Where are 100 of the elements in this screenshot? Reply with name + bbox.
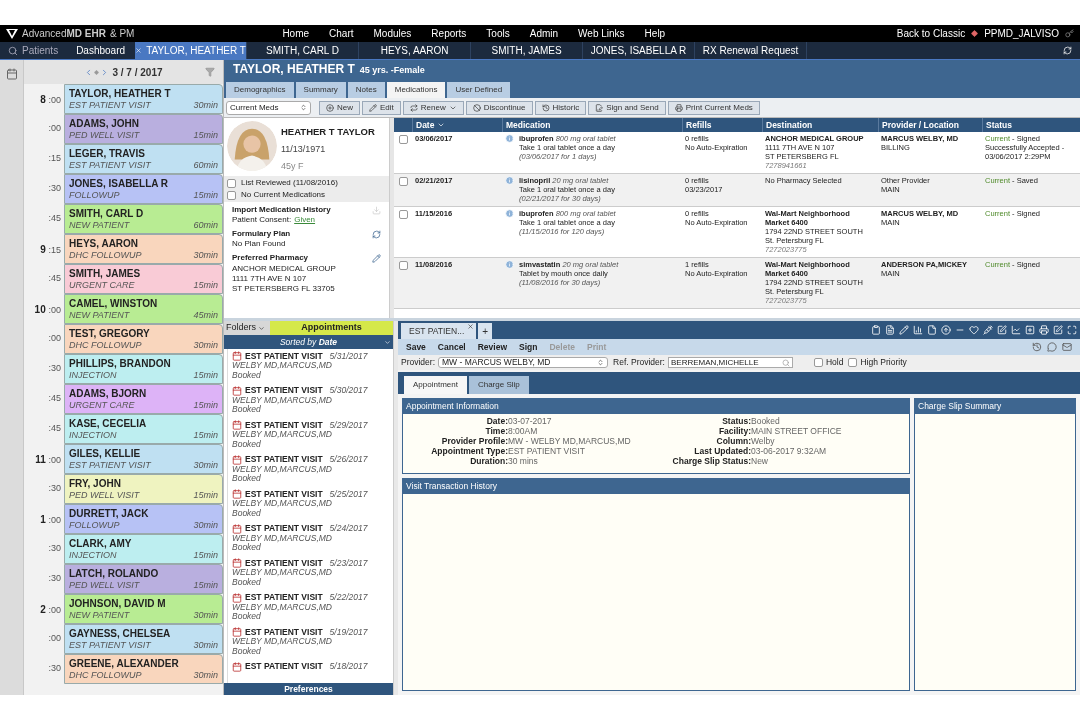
search-icon[interactable] xyxy=(782,358,790,367)
chart-tab[interactable]: Demographics xyxy=(226,82,294,98)
upload-icon[interactable] xyxy=(941,325,951,335)
heart-icon[interactable] xyxy=(969,325,979,335)
action-button[interactable]: Save xyxy=(406,340,426,354)
close-icon[interactable] xyxy=(135,47,143,54)
chart-tab[interactable]: Medications xyxy=(386,82,446,98)
appointment-block[interactable]: SMITH, CARL D NEW PATIENT 60min xyxy=(64,204,223,234)
appointment-title[interactable]: EST PATIENT VISIT xyxy=(245,351,323,361)
appointments-tab[interactable]: Appointments xyxy=(270,321,393,335)
close-icon[interactable] xyxy=(467,323,475,330)
patient-tab[interactable]: SMITH, JAMES xyxy=(471,42,584,59)
ref-provider-field[interactable]: BERREMAN,MICHELLE xyxy=(668,357,793,368)
menu-item[interactable]: Help xyxy=(644,26,666,41)
chart-tab[interactable]: Notes xyxy=(347,82,385,98)
action-button[interactable]: Sign xyxy=(519,340,538,354)
checkbox[interactable] xyxy=(848,358,858,367)
preferences-bar[interactable]: Preferences xyxy=(224,683,393,695)
pencil-icon[interactable] xyxy=(899,325,909,335)
info-icon[interactable] xyxy=(505,134,514,143)
appointment-title[interactable]: EST PATIENT VISIT xyxy=(245,627,323,637)
menu-item[interactable]: Reports xyxy=(431,26,467,41)
appointment-block[interactable]: TEST, GREGORY DHC FOLLOWUP 30min xyxy=(64,324,223,354)
add-tab-button[interactable]: + xyxy=(478,323,493,339)
appointment-title[interactable]: EST PATIENT VISIT xyxy=(245,524,323,534)
appointment-title[interactable]: EST PATIENT VISIT xyxy=(245,558,323,568)
chart-tab[interactable]: Summary xyxy=(295,82,346,98)
info-icon[interactable] xyxy=(505,209,514,218)
appointment-block[interactable]: KASE, CECELIA INJECTION 15min xyxy=(64,414,223,444)
row-checkbox[interactable] xyxy=(398,135,408,144)
row-checkbox[interactable] xyxy=(398,210,408,219)
folders-button[interactable]: Folders xyxy=(224,321,270,335)
action-button[interactable]: Cancel xyxy=(437,340,466,354)
info-icon[interactable] xyxy=(505,176,514,185)
appointment-block[interactable]: SMITH, JAMES URGENT CARE 15min xyxy=(64,264,223,294)
today-icon[interactable] xyxy=(94,69,100,75)
toolbar-button[interactable]: Historic xyxy=(534,100,587,115)
patient-tab[interactable]: SMITH, CARL D xyxy=(247,42,360,59)
appointment-block[interactable]: GILES, KELLIE EST PATIENT VISIT 30min xyxy=(64,444,223,474)
appointment-block[interactable]: HEYS, AARON DHC FOLLOWUP 30min xyxy=(64,234,223,264)
syringe-icon[interactable] xyxy=(983,325,993,335)
toolbar-button[interactable]: Sign and Send xyxy=(588,100,666,115)
appointment-block[interactable]: CAMEL, WINSTON NEW PATIENT 45min xyxy=(64,294,223,324)
menu-item[interactable]: Tools xyxy=(486,26,510,41)
key-icon[interactable] xyxy=(1065,29,1074,38)
appointment-block[interactable]: ADAMS, JOHN PED WELL VISIT 15min xyxy=(64,114,223,144)
appointment-block[interactable]: ADAMS, BJORN URGENT CARE 15min xyxy=(64,384,223,414)
chart-tab[interactable]: User Defined xyxy=(447,82,511,98)
appointment-block[interactable]: FRY, JOHN PED WELL VISIT 15min xyxy=(64,474,223,504)
appointment-block[interactable]: DURRETT, JACK FOLLOWUP 30min xyxy=(64,504,223,534)
dashboard-tab[interactable]: Dashboard xyxy=(66,42,136,59)
checkbox[interactable] xyxy=(227,178,236,188)
back-to-classic-link[interactable]: Back to Classic xyxy=(896,26,966,41)
appointment-block[interactable]: TAYLOR, HEATHER T EST PATIENT VISIT 30min xyxy=(64,84,223,114)
toolbar-button[interactable]: New xyxy=(319,100,360,115)
line-chart-icon[interactable] xyxy=(1011,325,1021,335)
toolbar-button[interactable]: Renew xyxy=(402,100,464,115)
action-button[interactable]: Review xyxy=(477,340,508,354)
row-checkbox[interactable] xyxy=(398,177,408,186)
meds-filter-select[interactable]: Current Meds xyxy=(226,100,311,115)
refresh-icon[interactable] xyxy=(1063,46,1072,55)
visit-section-tab[interactable]: Appointment xyxy=(404,376,467,394)
patient-tab[interactable]: RX Renewal Request xyxy=(695,42,808,59)
filter-icon[interactable] xyxy=(205,67,215,77)
plus-icon[interactable] xyxy=(1025,325,1035,335)
user-name[interactable]: PPMD_JALVISO xyxy=(984,26,1059,41)
appointment-block[interactable]: LEGER, TRAVIS EST PATIENT VISIT 60min xyxy=(64,144,223,174)
appointment-block[interactable]: LATCH, ROLANDO PED WELL VISIT 15min xyxy=(64,564,223,594)
appointment-block[interactable]: PHILLIPS, BRANDON INJECTION 15min xyxy=(64,354,223,384)
document-icon[interactable] xyxy=(885,325,895,335)
patient-tab[interactable]: TAYLOR, HEATHER T xyxy=(135,42,248,59)
patient-tab[interactable]: JONES, ISABELLA R xyxy=(583,42,696,59)
appointment-block[interactable]: JOHNSON, DAVID M NEW PATIENT 30min xyxy=(64,594,223,624)
appointment-title[interactable]: EST PATIENT VISIT xyxy=(245,455,323,465)
toolbar-button[interactable]: Discontinue xyxy=(465,100,533,115)
appointment-block[interactable]: GREENE, ALEXANDER DHC FOLLOWUP 30min xyxy=(64,654,223,684)
menu-item[interactable]: Web Links xyxy=(578,26,625,41)
menu-item[interactable]: Modules xyxy=(373,26,412,41)
caret-icon[interactable] xyxy=(384,338,391,346)
menu-item[interactable]: Chart xyxy=(329,26,354,41)
edit-icon[interactable] xyxy=(372,253,381,263)
print-icon[interactable] xyxy=(1039,325,1049,335)
provider-select[interactable]: MW - MARCUS WELBY, MD xyxy=(438,357,608,368)
menu-item[interactable]: Admin xyxy=(529,26,559,41)
row-checkbox[interactable] xyxy=(398,261,408,270)
appointment-title[interactable]: EST PATIENT VISIT xyxy=(245,593,323,603)
visit-tab[interactable]: EST PATIEN... xyxy=(401,323,477,339)
toolbar-button[interactable]: Print Current Meds xyxy=(667,100,760,115)
bar-chart-icon[interactable] xyxy=(913,325,923,335)
comment-icon[interactable] xyxy=(1047,342,1057,352)
visit-section-tab[interactable]: Charge Slip xyxy=(468,376,529,394)
history-icon[interactable] xyxy=(1032,342,1042,352)
appointment-title[interactable]: EST PATIENT VISIT xyxy=(245,489,323,499)
patients-search[interactable]: Patients xyxy=(0,42,67,59)
appointment-title[interactable]: EST PATIENT VISIT xyxy=(245,420,323,430)
appointment-title[interactable]: EST PATIENT VISIT xyxy=(245,662,323,672)
appointment-title[interactable]: EST PATIENT VISIT xyxy=(245,386,323,396)
checkbox[interactable] xyxy=(814,358,823,367)
consent-link[interactable]: Given xyxy=(294,215,316,226)
file-icon[interactable] xyxy=(927,325,937,335)
